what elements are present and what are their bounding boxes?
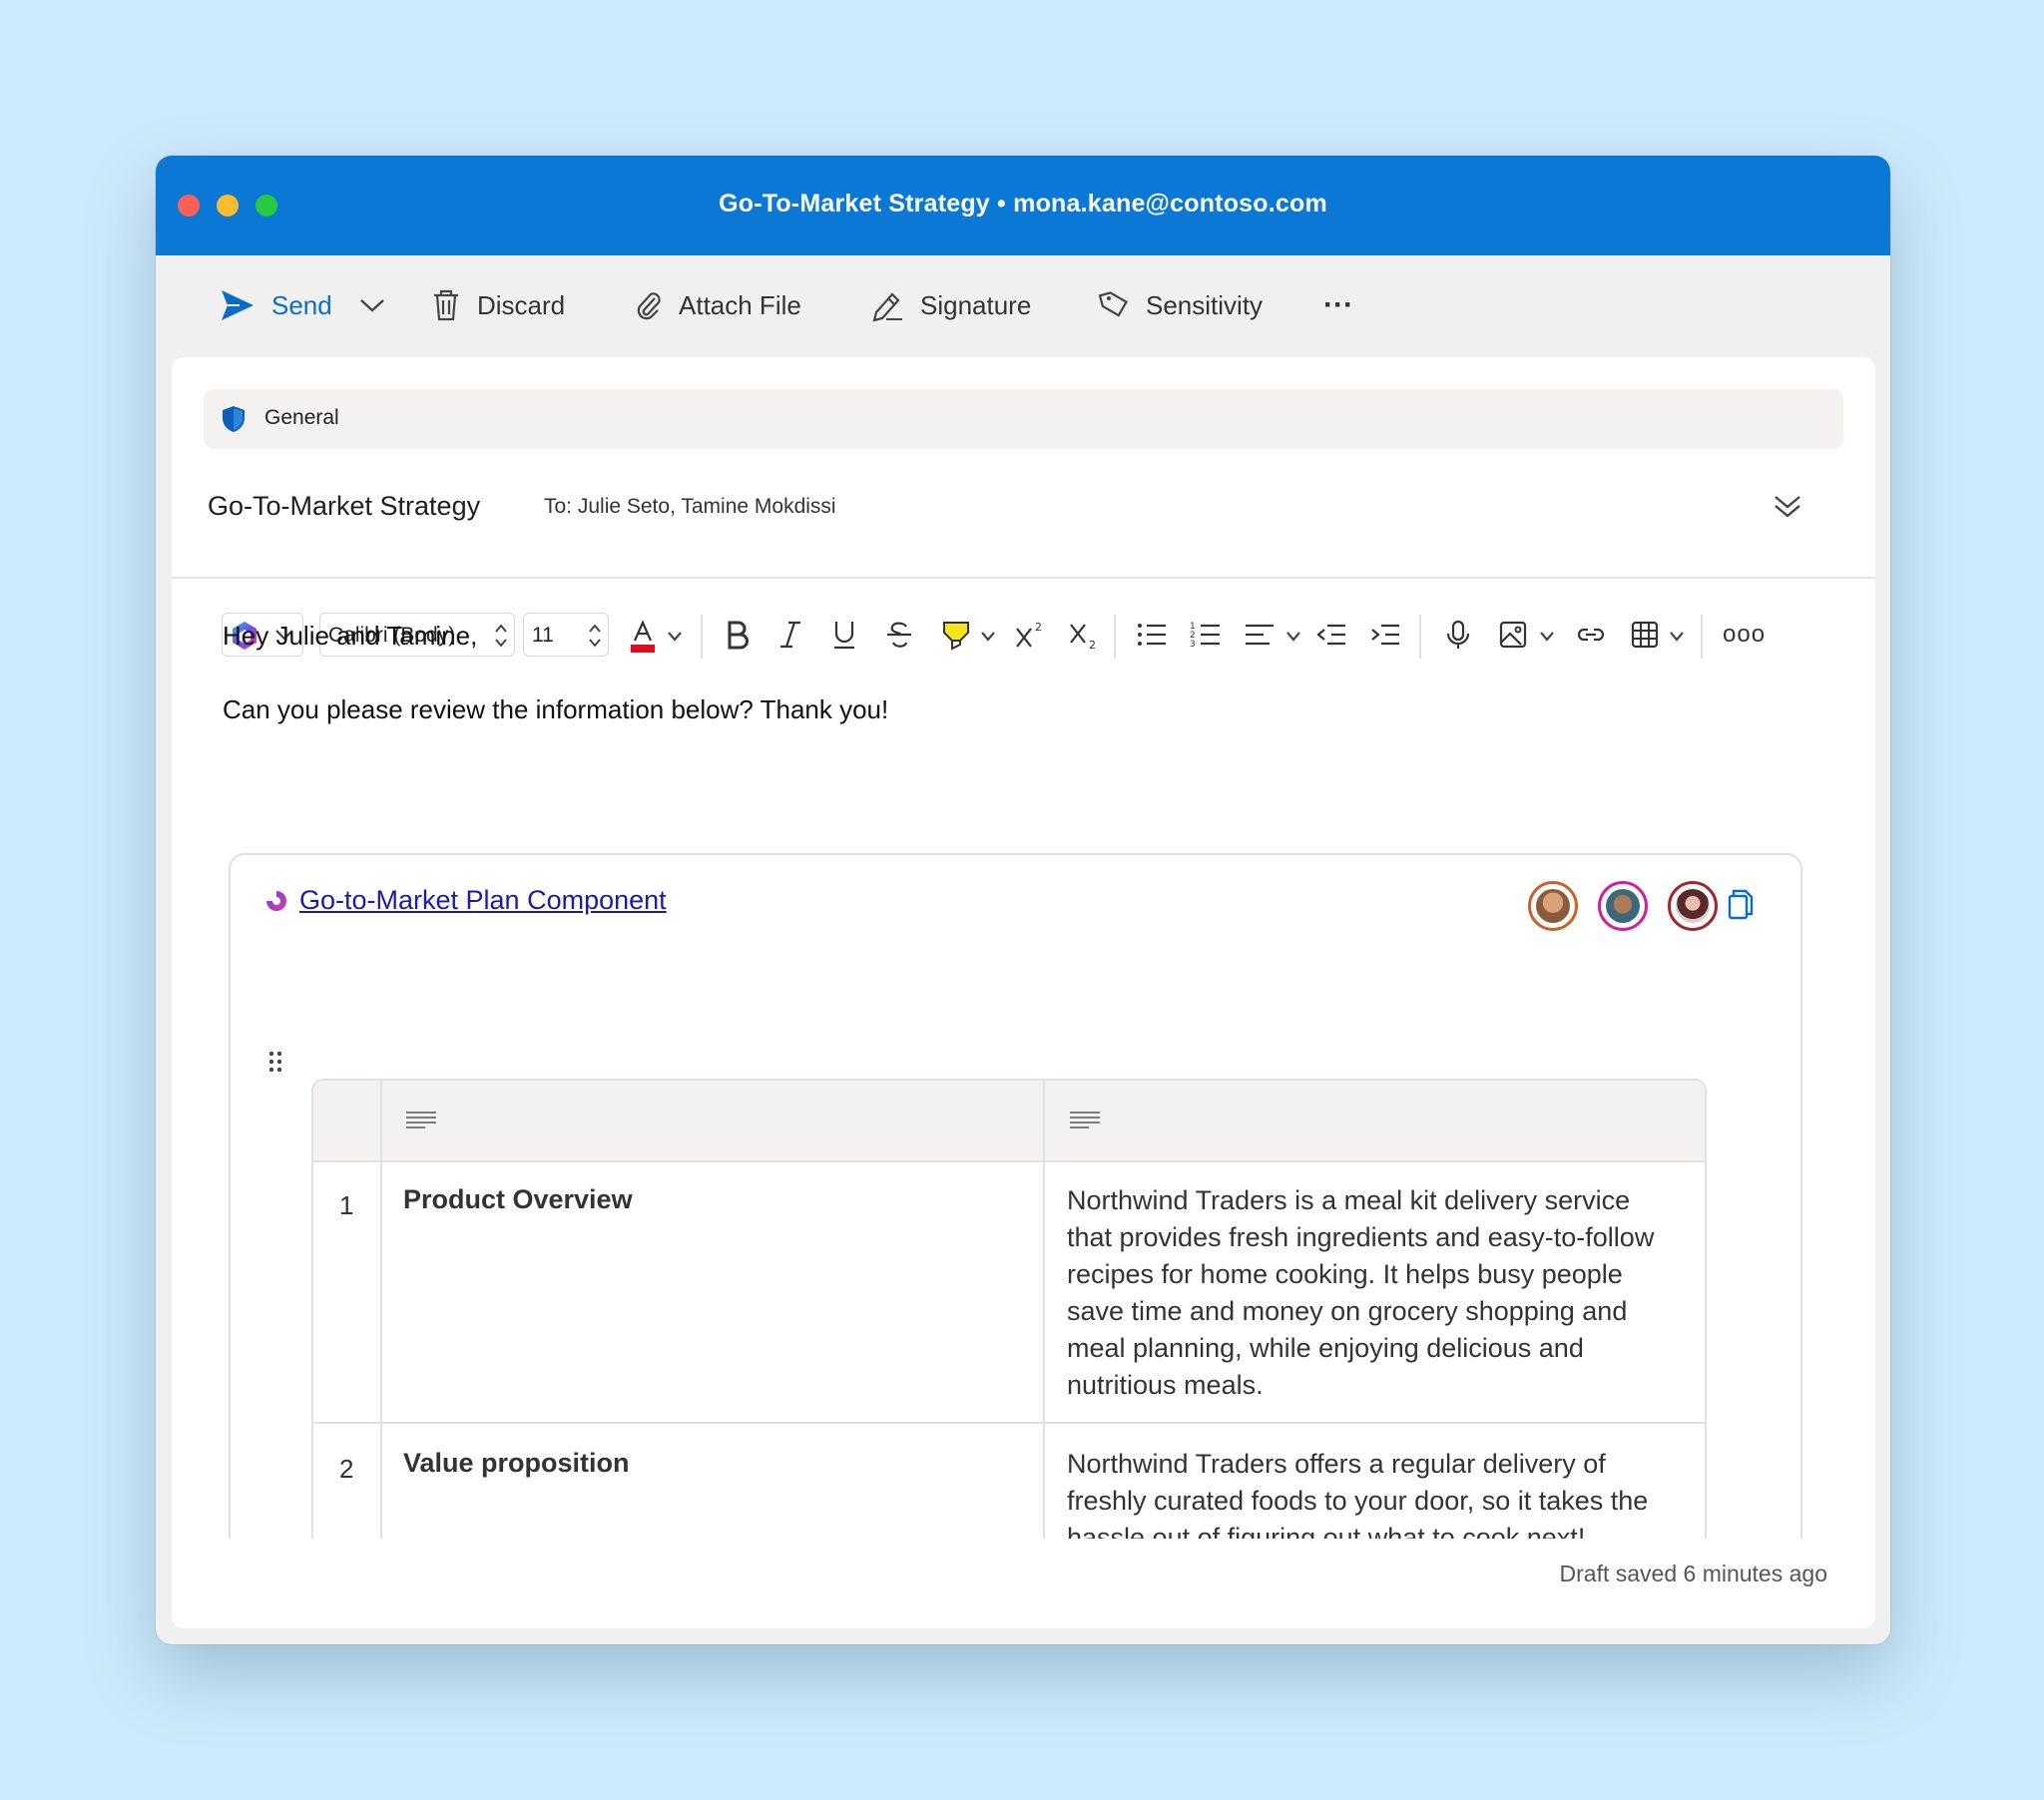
title-bar: Go-To-Market Strategy • mona.kane@contos… xyxy=(156,156,1890,255)
send-label: Send xyxy=(271,289,332,320)
more-options-label: ··· xyxy=(1323,288,1353,321)
superscript-icon[interactable]: 2 xyxy=(1014,619,1046,651)
sensitivity-button[interactable]: Sensitivity xyxy=(1098,285,1263,325)
numbered-list-icon[interactable]: 123 xyxy=(1190,619,1222,651)
sensitivity-bar[interactable]: General xyxy=(204,389,1843,449)
compose-window: Go-To-Market Strategy • mona.kane@contos… xyxy=(156,156,1890,1644)
attach-file-label: Attach File xyxy=(679,289,801,320)
trash-icon xyxy=(434,289,458,321)
message-header: Go-To-Market Strategy To: Julie Seto, Ta… xyxy=(172,449,1875,579)
table-icon[interactable] xyxy=(1629,619,1661,651)
chevron-down-icon[interactable] xyxy=(667,631,683,643)
decrease-indent-icon[interactable] xyxy=(1315,619,1347,651)
strikethrough-icon[interactable] xyxy=(884,619,914,651)
increase-indent-icon[interactable] xyxy=(1369,619,1401,651)
pen-icon xyxy=(872,292,902,322)
compose-toolbar: Send Discard Attach File Signature Sensi… xyxy=(156,255,1890,355)
send-icon xyxy=(222,290,254,320)
text-column-icon[interactable] xyxy=(1069,1111,1101,1130)
compose-card: General Go-To-Market Strategy To: Julie … xyxy=(172,357,1875,1628)
send-options-dropdown[interactable] xyxy=(359,285,401,325)
expand-header-icon[interactable] xyxy=(1773,493,1802,521)
row-label: Product Overview xyxy=(403,1184,633,1214)
to-recipients[interactable]: To: Julie Seto, Tamine Mokdissi xyxy=(544,495,836,519)
copy-component-icon[interactable] xyxy=(1725,887,1757,923)
chevron-down-icon[interactable] xyxy=(1539,631,1555,643)
shield-icon xyxy=(223,406,245,432)
font-size-value: 11 xyxy=(532,624,554,647)
sensitivity-label: Sensitivity xyxy=(1146,289,1264,320)
toolbar-divider xyxy=(1114,615,1116,659)
send-button[interactable]: Send xyxy=(220,285,332,325)
highlighter-icon[interactable] xyxy=(940,619,972,653)
avatar[interactable] xyxy=(1668,881,1718,931)
svg-text:3: 3 xyxy=(1190,640,1196,650)
avatar[interactable] xyxy=(1598,881,1648,931)
stepper-icon xyxy=(589,624,601,648)
toolbar-divider xyxy=(701,615,703,659)
loop-component-link[interactable]: Go-to-Market Plan Component xyxy=(299,885,667,916)
signature-button[interactable]: Signature xyxy=(870,285,1031,325)
italic-icon[interactable] xyxy=(776,619,804,651)
email-body-line: Can you please review the information be… xyxy=(223,694,889,724)
text-column-icon[interactable] xyxy=(405,1111,437,1130)
subject-field[interactable]: Go-To-Market Strategy xyxy=(208,491,480,522)
chevron-down-icon xyxy=(360,299,384,312)
underline-icon[interactable] xyxy=(830,619,858,651)
microphone-icon[interactable] xyxy=(1443,619,1473,651)
row-divider xyxy=(313,1422,1705,1424)
bullet-list-icon[interactable] xyxy=(1136,619,1168,651)
discard-button[interactable]: Discard xyxy=(431,285,565,325)
stepper-icon xyxy=(495,624,507,648)
loop-icon xyxy=(266,891,286,911)
draft-status: Draft saved 6 minutes ago xyxy=(1559,1561,1827,1586)
loop-component: Go-to-Market Plan Component 1 Product Ov… xyxy=(229,853,1802,1628)
chevron-down-icon[interactable] xyxy=(980,631,996,643)
row-label: Value proposition xyxy=(403,1448,630,1478)
image-icon[interactable] xyxy=(1497,619,1529,651)
signature-label: Signature xyxy=(920,289,1032,320)
drag-handle-icon[interactable] xyxy=(268,1051,282,1073)
chevron-down-icon[interactable] xyxy=(1285,631,1301,643)
link-icon[interactable] xyxy=(1575,619,1607,651)
table-header-row xyxy=(313,1081,1705,1162)
discard-label: Discard xyxy=(477,289,566,320)
window-title: Go-To-Market Strategy • mona.kane@contos… xyxy=(719,190,1327,218)
svg-text:2: 2 xyxy=(1035,621,1042,634)
attach-file-button[interactable]: Attach File xyxy=(635,285,801,325)
svg-text:2: 2 xyxy=(1089,639,1096,651)
more-options-button[interactable]: ··· xyxy=(1323,285,1353,325)
chevron-down-icon[interactable] xyxy=(1669,631,1685,643)
row-description: Northwind Traders is a meal kit delivery… xyxy=(1067,1185,1655,1400)
subscript-icon[interactable]: 2 xyxy=(1068,619,1100,651)
sensitivity-tag-icon xyxy=(1098,291,1129,317)
row-number: 2 xyxy=(339,1454,354,1484)
toolbar-divider xyxy=(1419,615,1421,659)
sensitivity-value: General xyxy=(264,406,339,429)
paperclip-icon xyxy=(637,292,661,320)
align-left-icon[interactable] xyxy=(1244,619,1276,651)
bold-icon[interactable] xyxy=(723,619,751,651)
more-formatting-button[interactable]: ooo xyxy=(1723,621,1766,649)
font-color-icon[interactable] xyxy=(627,619,659,655)
toolbar-divider xyxy=(1701,615,1703,659)
email-greeting: Hey Julie and Tamine, xyxy=(223,621,478,651)
font-size-select[interactable]: 11 xyxy=(523,613,609,657)
avatar[interactable] xyxy=(1528,881,1578,931)
row-number: 1 xyxy=(339,1190,354,1220)
